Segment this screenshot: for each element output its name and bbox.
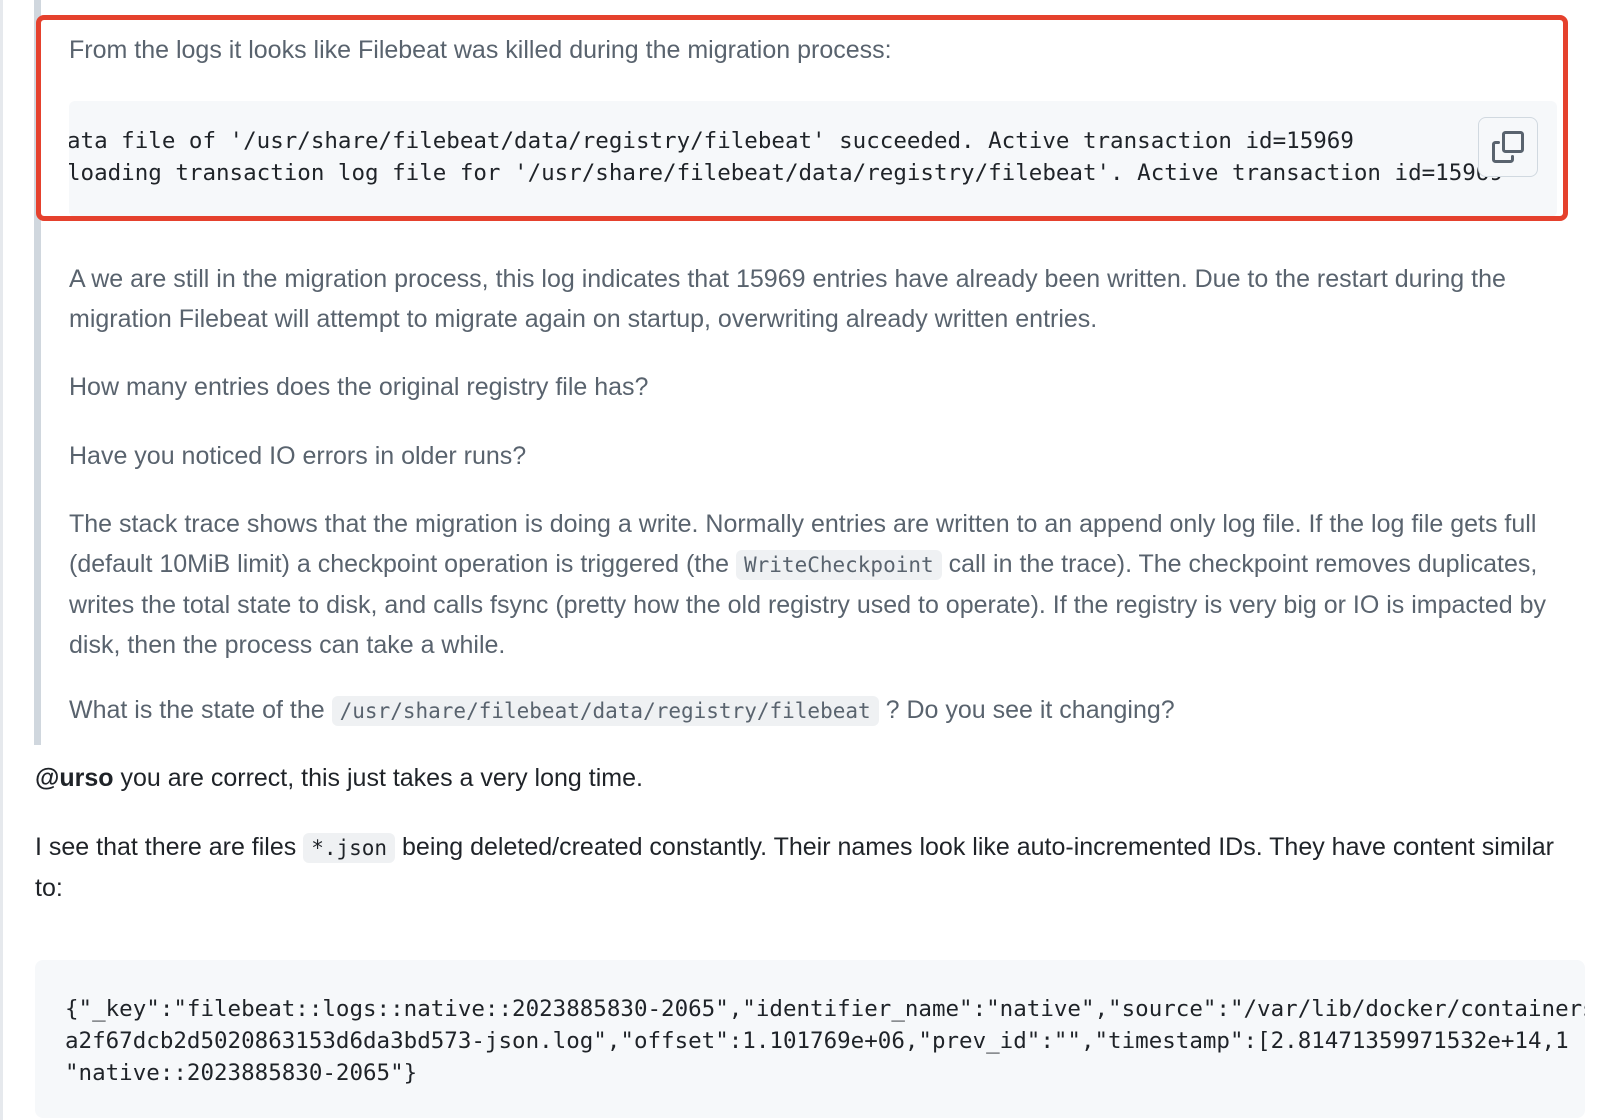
quote-paragraph: The stack trace shows that the migration… xyxy=(69,504,1569,665)
quote-paragraph: A we are still in the migration process,… xyxy=(69,265,1506,333)
blockquote-bar xyxy=(34,0,41,745)
inline-code: WriteCheckpoint xyxy=(736,550,942,580)
log-code-block: ata file of '/usr/share/filebeat/data/re… xyxy=(69,101,1557,217)
copy-button[interactable] xyxy=(1478,117,1538,177)
reply-paragraph: I see that there are files *.json being … xyxy=(35,827,1565,908)
text: I see that there are files xyxy=(35,833,304,861)
text: you are correct, this just takes a very … xyxy=(113,764,643,792)
quote-paragraph: Have you noticed IO errors in older runs… xyxy=(69,442,527,470)
copy-icon xyxy=(1492,131,1524,163)
inline-code: *.json xyxy=(303,833,396,863)
log-line: loading transaction log file for '/usr/s… xyxy=(69,160,1503,186)
log-line: ata file of '/usr/share/filebeat/data/re… xyxy=(69,128,1354,154)
inline-code: /usr/share/filebeat/data/registry/filebe… xyxy=(331,696,879,726)
quote-intro: From the logs it looks like Filebeat was… xyxy=(69,36,892,64)
user-mention-link[interactable]: @urso xyxy=(35,764,114,792)
quote-paragraph: How many entries does the original regis… xyxy=(69,373,649,401)
text: What is the state of the xyxy=(69,696,332,724)
json-line: a2f67dcb2d5020863153d6da3bd573-json.log"… xyxy=(65,1028,1569,1054)
json-code-block: {"_key":"filebeat::logs::native::2023885… xyxy=(35,960,1585,1118)
quote-paragraph: What is the state of the /usr/share/file… xyxy=(69,690,1569,731)
comment-left-border xyxy=(0,0,3,1120)
json-line: {"_key":"filebeat::logs::native::2023885… xyxy=(65,996,1585,1022)
json-line: "native::2023885830-2065"} xyxy=(65,1060,418,1086)
reply-paragraph: @urso you are correct, this just takes a… xyxy=(35,758,1575,798)
text: ? Do you see it changing? xyxy=(878,696,1175,724)
